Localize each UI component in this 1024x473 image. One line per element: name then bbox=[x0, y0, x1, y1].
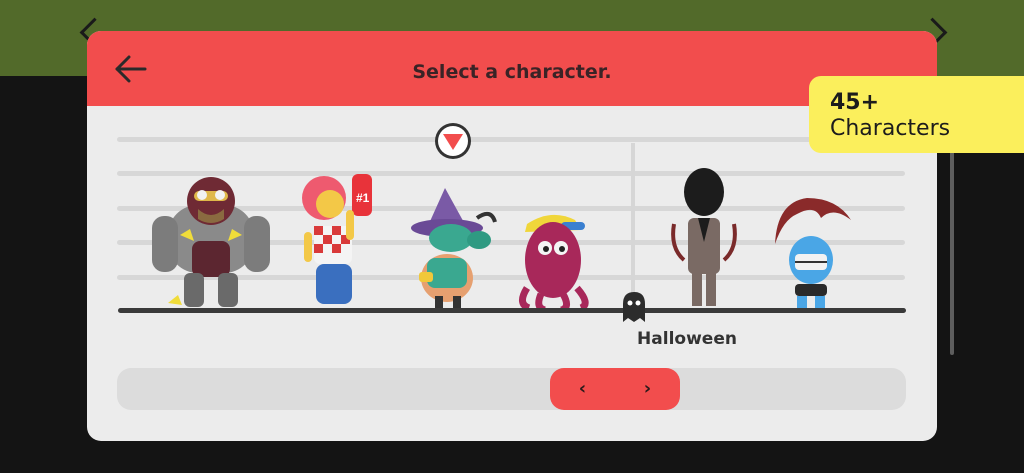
shelf-baseline bbox=[118, 308, 906, 313]
category-label: Halloween bbox=[637, 329, 737, 349]
category-divider bbox=[631, 143, 635, 311]
page-scrollbar[interactable] bbox=[117, 368, 906, 410]
ghost-icon bbox=[623, 292, 645, 322]
vertical-scrollbar[interactable] bbox=[950, 150, 954, 355]
character-slender-man[interactable] bbox=[668, 168, 740, 311]
arrow-left-icon bbox=[115, 55, 147, 83]
page-navigator[interactable]: ‹ › bbox=[550, 368, 680, 410]
character-witch-goat[interactable] bbox=[407, 188, 497, 311]
character-blue-troll[interactable] bbox=[767, 196, 855, 311]
character-count-badge: 45+ Characters bbox=[809, 76, 1024, 153]
next-page-button[interactable]: › bbox=[615, 368, 680, 410]
badge-count: 45+ bbox=[830, 90, 880, 115]
character-armored-brute[interactable] bbox=[150, 171, 272, 311]
badge-label: Characters bbox=[830, 116, 951, 141]
selection-marker-icon bbox=[435, 123, 471, 159]
previous-page-button[interactable]: ‹ bbox=[550, 368, 615, 410]
shelf-line bbox=[117, 137, 905, 142]
character-fan-girl[interactable]: #1 bbox=[296, 170, 376, 311]
svg-text:#1: #1 bbox=[356, 191, 370, 205]
character-purple-octopus[interactable] bbox=[515, 208, 601, 311]
back-button[interactable] bbox=[111, 53, 151, 85]
